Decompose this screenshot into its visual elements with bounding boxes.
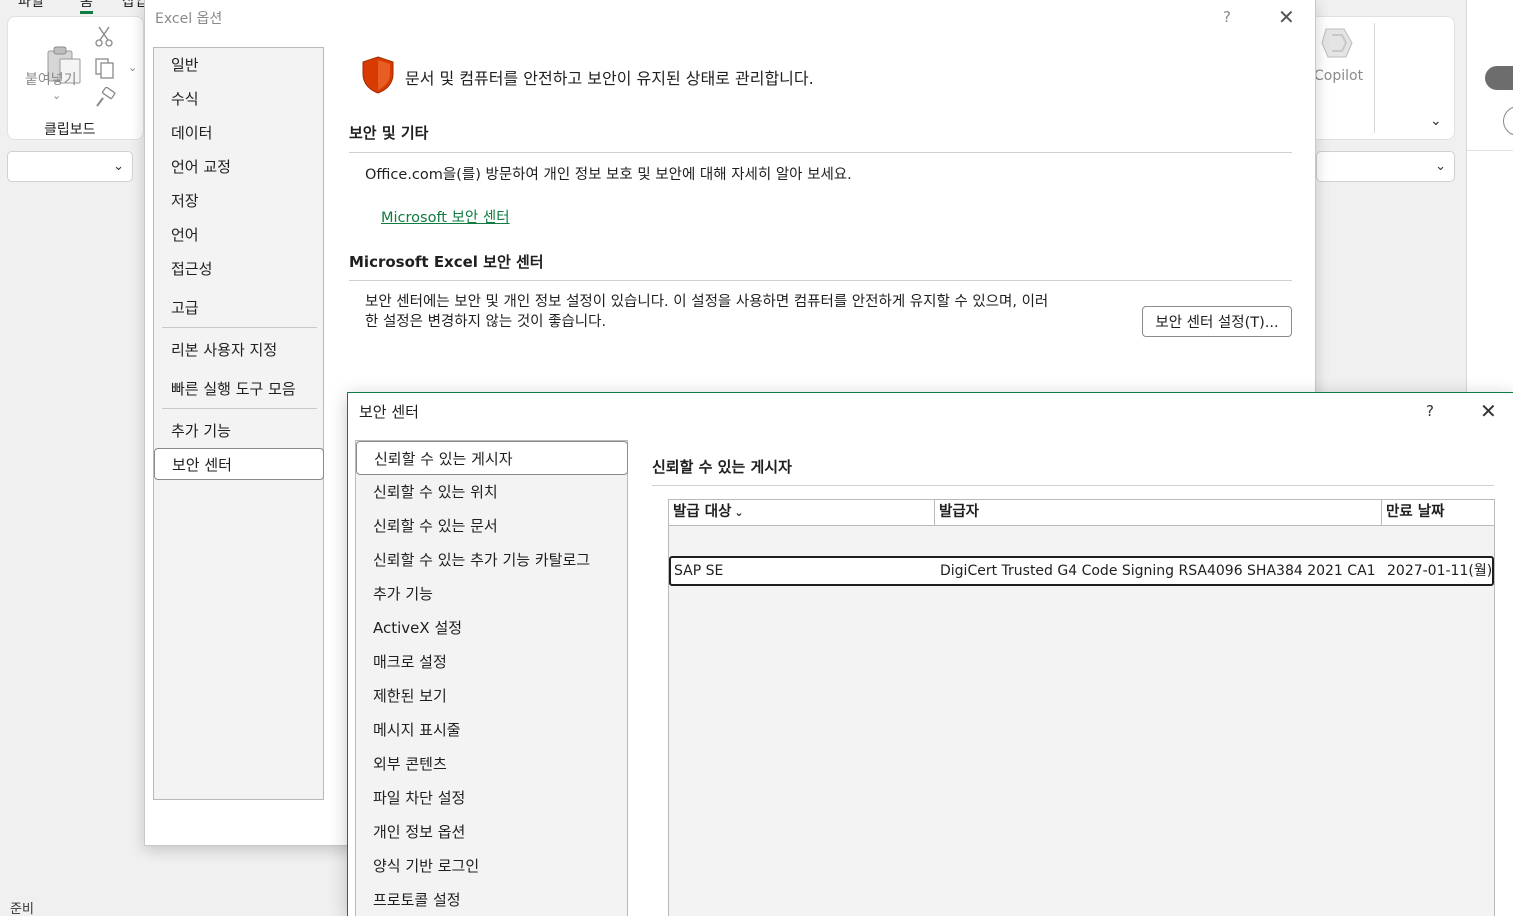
nav-separator bbox=[162, 327, 317, 328]
ribbon-divider bbox=[1374, 23, 1375, 133]
section-title-security: 보안 및 기타 bbox=[349, 124, 429, 142]
name-box[interactable]: ⌄ bbox=[7, 151, 133, 182]
trust-center-nav: 신뢰할 수 있는 게시자 신뢰할 수 있는 위치 신뢰할 수 있는 문서 신뢰할… bbox=[355, 440, 628, 916]
nav-item-save[interactable]: 저장 bbox=[154, 185, 323, 217]
privacy-text: Office.com을(를) 방문하여 개인 정보 보호 및 보안에 대해 자세… bbox=[365, 167, 852, 183]
table-row[interactable]: SAP SE DigiCert Trusted G4 Code Signing … bbox=[669, 556, 1494, 586]
close-icon[interactable]: ✕ bbox=[1278, 7, 1295, 27]
name-box-chevron-icon[interactable]: ⌄ bbox=[113, 159, 124, 174]
nav-item-advanced[interactable]: 고급 bbox=[154, 292, 323, 324]
column-header-label: 발급 대상 bbox=[673, 504, 732, 520]
nav-item-proofing[interactable]: 언어 교정 bbox=[154, 151, 323, 183]
format-painter-icon[interactable] bbox=[94, 87, 116, 109]
sort-chevron-icon: ⌄ bbox=[734, 506, 744, 519]
copy-dropdown-chevron-icon[interactable]: ⌄ bbox=[128, 61, 137, 74]
side-button[interactable] bbox=[1503, 106, 1513, 136]
column-header-expiration[interactable]: 만료 날짜 bbox=[1382, 500, 1494, 525]
cell-issued-to: SAP SE bbox=[674, 563, 724, 579]
nav-item-formulas[interactable]: 수식 bbox=[154, 83, 323, 115]
copilot-icon[interactable] bbox=[1318, 25, 1356, 61]
nav-item-language[interactable]: 언어 bbox=[154, 219, 323, 251]
nav-item-customize-ribbon[interactable]: 리본 사용자 지정 bbox=[154, 334, 323, 366]
tc-nav-privacy-options[interactable]: 개인 정보 옵션 bbox=[356, 815, 627, 849]
dialog-title: 보안 센터 bbox=[359, 403, 419, 421]
trust-center-settings-button[interactable]: 보안 센터 설정(T)... bbox=[1142, 306, 1292, 337]
dialog-title: Excel 옵션 bbox=[155, 11, 223, 27]
copy-icon[interactable] bbox=[94, 57, 116, 79]
tc-nav-trusted-documents[interactable]: 신뢰할 수 있는 문서 bbox=[356, 509, 627, 543]
tc-nav-trusted-publishers[interactable]: 신뢰할 수 있는 게시자 bbox=[356, 441, 628, 475]
column-header-issued-to[interactable]: 발급 대상 ⌄ bbox=[669, 500, 935, 525]
shield-icon bbox=[362, 56, 394, 94]
cut-icon[interactable] bbox=[95, 25, 113, 47]
tc-nav-macro-settings[interactable]: 매크로 설정 bbox=[356, 645, 627, 679]
microsoft-trust-center-link[interactable]: Microsoft 보안 센터 bbox=[381, 206, 510, 227]
cell-issuer: DigiCert Trusted G4 Code Signing RSA4096… bbox=[940, 563, 1376, 579]
publishers-table: 발급 대상 ⌄ 발급자 만료 날짜 SAP SE DigiCert Trusted… bbox=[668, 499, 1495, 916]
section-divider bbox=[349, 280, 1292, 281]
copilot-group: Copilot ⌄ bbox=[1300, 16, 1455, 140]
help-icon[interactable]: ? bbox=[1223, 8, 1231, 26]
section-divider bbox=[349, 152, 1292, 153]
section-divider bbox=[652, 485, 1494, 486]
tc-nav-file-block-settings[interactable]: 파일 차단 설정 bbox=[356, 781, 627, 815]
avatar[interactable] bbox=[1485, 66, 1513, 90]
options-nav: 일반 수식 데이터 언어 교정 저장 언어 접근성 고급 리본 사용자 지정 빠… bbox=[153, 47, 324, 800]
nav-item-quick-access-toolbar[interactable]: 빠른 실행 도구 모음 bbox=[154, 373, 323, 405]
nav-separator bbox=[162, 408, 317, 409]
tab-file[interactable]: 파일 bbox=[18, 0, 44, 11]
help-icon[interactable]: ? bbox=[1426, 402, 1434, 420]
nav-item-trust-center[interactable]: 보안 센터 bbox=[154, 448, 324, 480]
nav-item-general[interactable]: 일반 bbox=[154, 49, 323, 81]
nav-item-data[interactable]: 데이터 bbox=[154, 117, 323, 149]
tc-nav-trusted-locations[interactable]: 신뢰할 수 있는 위치 bbox=[356, 475, 627, 509]
paste-dropdown-chevron-icon[interactable]: ⌄ bbox=[52, 89, 61, 102]
nav-item-accessibility[interactable]: 접근성 bbox=[154, 253, 323, 285]
tc-nav-message-bar[interactable]: 메시지 표시줄 bbox=[356, 713, 627, 747]
clipboard-group: 붙여넣기 ⌄ ⌄ 클립보드 bbox=[7, 16, 144, 140]
ribbon-expand-chevron-icon[interactable]: ⌄ bbox=[1430, 113, 1442, 129]
clipboard-group-label: 클립보드 bbox=[44, 122, 96, 138]
divider bbox=[1467, 150, 1513, 151]
table-header: 발급 대상 ⌄ 발급자 만료 날짜 bbox=[669, 500, 1494, 526]
trust-center-dialog: 보안 센터 ? ✕ 신뢰할 수 있는 게시자 신뢰할 수 있는 위치 신뢰할 수… bbox=[347, 392, 1513, 916]
status-bar: 준비 bbox=[10, 902, 34, 916]
tc-nav-protected-view[interactable]: 제한된 보기 bbox=[356, 679, 627, 713]
copilot-label: Copilot bbox=[1314, 68, 1364, 84]
tc-nav-add-ins[interactable]: 추가 기능 bbox=[356, 577, 627, 611]
tc-nav-external-content[interactable]: 외부 콘텐츠 bbox=[356, 747, 627, 781]
formula-bar-expand[interactable]: ⌄ bbox=[1316, 151, 1455, 182]
section-title-excel-trust-center: Microsoft Excel 보안 센터 bbox=[349, 253, 544, 271]
trust-center-text-line1: 보안 센터에는 보안 및 개인 정보 설정이 있습니다. 이 설정을 사용하면 … bbox=[365, 294, 1049, 310]
cell-expiration: 2027-01-11(월) bbox=[1387, 563, 1493, 579]
tc-nav-form-based-signin[interactable]: 양식 기반 로그인 bbox=[356, 849, 627, 883]
formula-bar-chevron-icon[interactable]: ⌄ bbox=[1435, 159, 1446, 174]
tc-nav-protocol-settings[interactable]: 프로토콜 설정 bbox=[356, 883, 627, 916]
column-header-issuer[interactable]: 발급자 bbox=[935, 500, 1382, 525]
nav-item-add-ins[interactable]: 추가 기능 bbox=[154, 415, 323, 447]
trust-center-text-line2: 한 설정은 변경하지 않는 것이 좋습니다. bbox=[365, 314, 607, 330]
paste-label: 붙여넣기 bbox=[25, 72, 77, 88]
page-headline: 문서 및 컴퓨터를 안전하고 보안이 유지된 상태로 관리합니다. bbox=[405, 69, 814, 88]
tab-home[interactable]: 홈 bbox=[80, 0, 93, 14]
close-icon[interactable]: ✕ bbox=[1480, 401, 1497, 421]
tc-page-heading: 신뢰할 수 있는 게시자 bbox=[652, 458, 792, 476]
tc-nav-activex-settings[interactable]: ActiveX 설정 bbox=[356, 611, 627, 645]
tc-nav-trusted-addin-catalogs[interactable]: 신뢰할 수 있는 추가 기능 카탈로그 bbox=[356, 543, 627, 577]
